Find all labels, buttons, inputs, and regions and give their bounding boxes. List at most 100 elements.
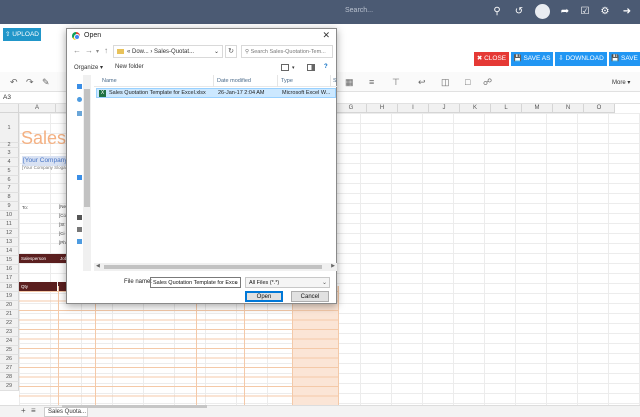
row-header[interactable]: 28 [0, 373, 19, 382]
avatar[interactable] [535, 4, 550, 19]
link-icon[interactable]: ☍ [483, 77, 492, 88]
row-header[interactable]: 25 [0, 346, 19, 355]
row-header[interactable]: 15 [0, 256, 19, 265]
row-header[interactable]: 6 [0, 176, 19, 184]
back-icon[interactable]: ← [73, 46, 81, 55]
close-icon[interactable]: ✕ [322, 30, 330, 41]
chevron-down-icon[interactable]: ⌄ [234, 278, 239, 287]
row-header[interactable]: 21 [0, 310, 19, 319]
save-button[interactable]: 💾 SAVE [609, 52, 640, 66]
chevron-down-icon[interactable]: ⌄ [214, 46, 219, 57]
column-header[interactable]: O [584, 104, 615, 113]
corner-cell[interactable] [0, 104, 19, 113]
wrap-icon[interactable]: ↩ [418, 77, 426, 88]
row-header[interactable]: 27 [0, 364, 19, 373]
format-painter-icon[interactable]: ✎ [42, 77, 50, 88]
open-button[interactable]: Open [245, 291, 283, 302]
close-button[interactable]: ✖ CLOSE [474, 52, 509, 66]
path-input[interactable]: « Dow... › Sales-Quotat... ⌄ [113, 45, 223, 58]
row-header[interactable]: 16 [0, 265, 19, 274]
row-header[interactable]: 17 [0, 274, 19, 283]
row-header[interactable]: 26 [0, 355, 19, 364]
row-header[interactable]: 23 [0, 328, 19, 337]
col-name[interactable]: Name [102, 78, 117, 84]
upload-button[interactable]: ⇧ UPLOAD [3, 28, 41, 41]
add-sheet-icon[interactable]: + [21, 406, 26, 415]
row-header[interactable]: 24 [0, 337, 19, 346]
column-header[interactable]: K [460, 104, 491, 113]
view-options-icon[interactable] [281, 64, 289, 71]
column-header[interactable]: H [367, 104, 398, 113]
slogan-cell[interactable]: [Your Company Slogan [22, 165, 68, 170]
row-header[interactable]: 3 [0, 148, 19, 158]
sheet-list-icon[interactable]: ≡ [31, 406, 36, 415]
row-header[interactable]: 19 [0, 292, 19, 301]
column-header[interactable]: A [19, 104, 56, 113]
refresh-icon[interactable]: ↻ [225, 45, 237, 58]
folder-search-input[interactable]: ⚲ Search Sales-Quotation-Tem... [241, 45, 333, 58]
row-header[interactable]: 10 [0, 211, 19, 220]
chevron-down-icon[interactable]: ▾ [292, 65, 295, 71]
row-header[interactable]: 9 [0, 202, 19, 211]
redo-icon[interactable]: ↷ [26, 77, 34, 88]
row-header[interactable]: 7 [0, 184, 19, 193]
row-header[interactable]: 12 [0, 229, 19, 238]
row-header[interactable]: 5 [0, 167, 19, 176]
company-name-cell[interactable]: [Co [59, 213, 66, 218]
quick-access-icon[interactable] [77, 84, 82, 89]
col-date[interactable]: Date modified [217, 78, 251, 84]
recent-dropdown-icon[interactable]: ▾ [96, 48, 99, 55]
column-header[interactable]: I [398, 104, 429, 113]
cancel-button[interactable]: Cancel [291, 291, 329, 302]
path-segment[interactable]: Dow... [132, 49, 149, 55]
street-cell[interactable]: [St [59, 222, 65, 227]
path-segment[interactable]: Sales-Quotat... [154, 49, 194, 55]
horizontal-scrollbar[interactable] [62, 405, 207, 408]
column-header[interactable]: L [491, 104, 522, 113]
city-cell[interactable]: [Ci [59, 231, 65, 236]
column-header[interactable]: G [336, 104, 367, 113]
new-folder-button[interactable]: New folder [115, 64, 144, 70]
more-menu[interactable]: More ▾ [612, 79, 630, 86]
up-icon[interactable]: ↑ [104, 46, 108, 55]
drive-icon[interactable] [77, 227, 82, 232]
organize-menu[interactable]: Organize ▾ [74, 64, 103, 71]
align-icon[interactable]: ≡ [369, 77, 374, 87]
col-size[interactable]: S [333, 78, 337, 84]
comment-icon[interactable]: □ [465, 77, 470, 87]
cell-reference[interactable]: A3 [3, 94, 11, 101]
phone-cell[interactable]: [Ph [59, 240, 66, 245]
help-icon[interactable]: ? [324, 64, 328, 70]
column-header[interactable]: J [429, 104, 460, 113]
file-list-scroll-thumb[interactable] [104, 265, 322, 269]
network-icon[interactable] [77, 175, 82, 180]
row-header[interactable]: 1 [0, 113, 19, 143]
file-name-input[interactable]: Sales Quotation Template for Exce ⌄ [150, 277, 241, 288]
pc-icon[interactable] [77, 111, 82, 116]
file-list-scrollbar[interactable]: ◀ ▶ [94, 263, 337, 271]
refresh-icon[interactable]: ↺ [512, 5, 526, 19]
merge-icon[interactable]: ◫ [441, 77, 450, 88]
row-header[interactable]: 13 [0, 238, 19, 247]
settings-icon[interactable]: ⚙ [598, 5, 612, 19]
col-type[interactable]: Type [281, 78, 293, 84]
name-cell[interactable]: [Ne [59, 204, 66, 209]
column-header[interactable]: N [553, 104, 584, 113]
scroll-left-icon[interactable]: ◀ [96, 263, 100, 269]
undo-icon[interactable]: ↶ [10, 77, 18, 88]
search-input[interactable]: Search... [345, 7, 373, 14]
forward-icon[interactable]: → [85, 46, 93, 55]
drive-icon[interactable] [77, 215, 82, 220]
row-header[interactable]: 8 [0, 193, 19, 202]
row-header[interactable]: 29 [0, 382, 19, 391]
row-header[interactable]: 18 [0, 283, 19, 292]
preview-pane-icon[interactable] [307, 64, 315, 71]
file-type-select[interactable]: All Files (*.*) ⌄ [245, 277, 330, 288]
row-header[interactable]: 4 [0, 158, 19, 167]
nav-scroll-thumb[interactable] [84, 89, 90, 207]
drive-icon[interactable] [77, 239, 82, 244]
scroll-right-icon[interactable]: ▶ [331, 263, 335, 269]
download-button[interactable]: ⇩ DOWNLOAD [555, 52, 607, 66]
valign-icon[interactable]: ⊤ [392, 77, 400, 88]
share-icon[interactable]: ➦ [558, 5, 572, 19]
